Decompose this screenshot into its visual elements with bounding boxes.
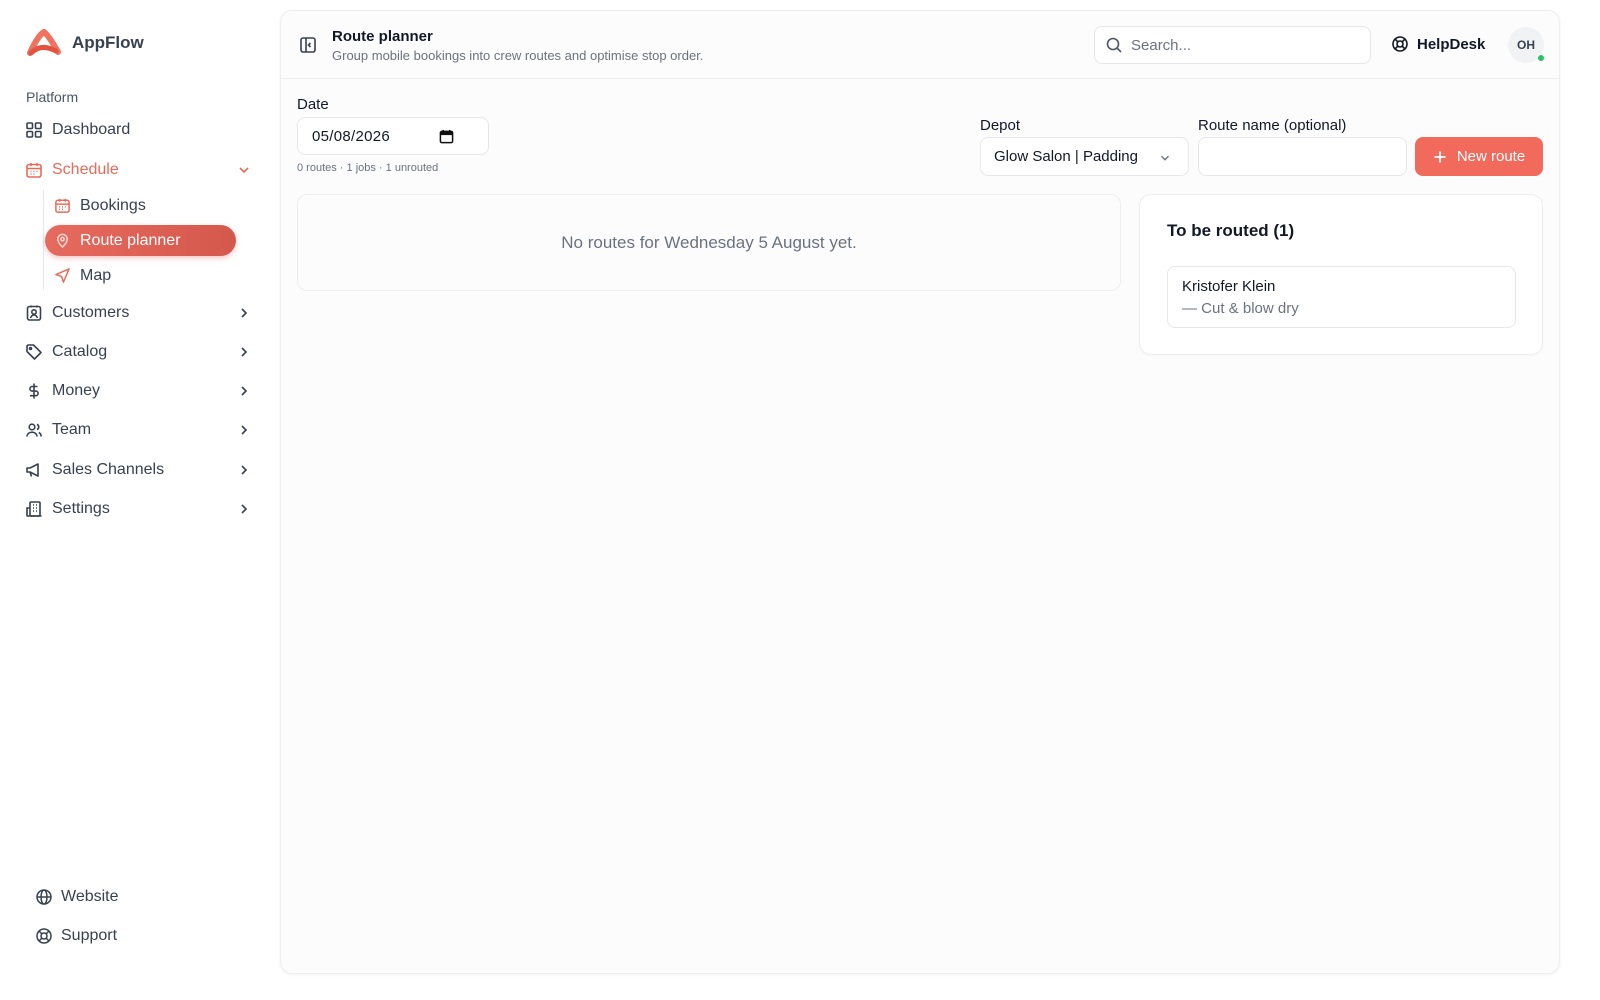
map-pin-icon — [53, 232, 71, 250]
chevron-right-icon — [236, 462, 252, 478]
sidebar-toggle-icon[interactable] — [299, 36, 317, 54]
date-label: Date — [297, 96, 329, 113]
user-avatar[interactable]: OH — [1508, 27, 1545, 63]
dashboard-grid-icon — [24, 120, 44, 140]
sidebar-item-settings[interactable]: Settings — [24, 494, 260, 524]
date-field[interactable]: 05/08/2026 — [297, 117, 489, 155]
sidebar-item-customers[interactable]: Customers — [24, 298, 260, 328]
chevron-right-icon — [236, 344, 252, 360]
sidebar-item-label: Settings — [52, 500, 110, 517]
sidebar-item-bookings[interactable]: Bookings — [45, 190, 236, 221]
contact-card-icon — [24, 303, 44, 323]
submenu-guide-line — [43, 190, 44, 290]
sidebar-item-label: Team — [52, 421, 92, 438]
sidebar-footer-label: Website — [61, 888, 119, 905]
building-icon — [24, 499, 44, 519]
sidebar-footer-support[interactable]: Support — [35, 922, 117, 950]
search-icon — [1105, 36, 1123, 54]
sidebar-item-label: Bookings — [80, 196, 146, 214]
lifebuoy-icon — [35, 927, 53, 945]
sidebar-item-sales-channels[interactable]: Sales Channels — [24, 455, 260, 485]
route-name-label: Route name (optional) — [1198, 117, 1347, 134]
page-subtitle: Group mobile bookings into crew routes a… — [332, 48, 704, 63]
chevron-right-icon — [236, 501, 252, 517]
unrouted-title: To be routed (1) — [1167, 221, 1295, 240]
page-header: Route planner Group mobile bookings into… — [281, 11, 1559, 79]
routes-summary: 0 routes · 1 jobs · 1 unrouted — [297, 162, 439, 174]
users-icon — [24, 420, 44, 440]
sidebar-item-label: Schedule — [52, 161, 119, 178]
sidebar-item-route-planner[interactable]: Route planner — [45, 225, 236, 256]
calendar-picker-icon[interactable] — [439, 129, 454, 144]
new-route-label: New route — [1456, 148, 1526, 165]
sidebar-item-map[interactable]: Map — [45, 260, 236, 291]
new-route-button[interactable]: New route — [1415, 137, 1543, 176]
sidebar: AppFlow Platform Dashboard Schedule Book… — [0, 0, 280, 1000]
unrouted-jobs-panel: To be routed (1) Kristofer Klein — Cut &… — [1139, 194, 1543, 355]
globe-icon — [35, 888, 53, 906]
chevron-right-icon — [236, 383, 252, 399]
calendar-icon — [53, 197, 71, 215]
calendar-icon — [24, 160, 44, 180]
depot-label: Depot — [980, 117, 1021, 134]
date-value: 05/08/2026 — [312, 127, 391, 145]
main-panel: Route planner Group mobile bookings into… — [280, 10, 1560, 974]
dollar-icon — [24, 381, 44, 401]
navigation-arrow-icon — [53, 267, 71, 285]
sidebar-item-label: Sales Channels — [52, 461, 165, 478]
sidebar-item-money[interactable]: Money — [24, 376, 260, 406]
sidebar-item-label: Route planner — [80, 231, 181, 249]
lifebuoy-icon — [1391, 35, 1409, 53]
routes-empty-state: No routes for Wednesday 5 August yet. — [297, 194, 1121, 291]
job-service: — Cut & blow dry — [1182, 300, 1299, 317]
sidebar-item-label: Customers — [52, 304, 130, 321]
sidebar-item-label: Dashboard — [52, 121, 131, 138]
chevron-down-icon — [1158, 151, 1172, 165]
plus-icon — [1433, 150, 1447, 164]
sidebar-item-schedule[interactable]: Schedule — [24, 155, 260, 185]
sidebar-item-label: Money — [52, 382, 101, 399]
job-customer-name: Kristofer Klein — [1182, 278, 1276, 295]
sidebar-item-label: Map — [80, 266, 112, 284]
megaphone-icon — [24, 460, 44, 480]
route-name-input[interactable] — [1198, 137, 1407, 176]
sidebar-item-dashboard[interactable]: Dashboard — [24, 115, 260, 145]
page-title: Route planner — [332, 28, 433, 45]
chevron-right-icon — [236, 422, 252, 438]
empty-state-message: No routes for Wednesday 5 August yet. — [561, 232, 857, 252]
chevron-down-icon — [236, 162, 252, 178]
tag-icon — [24, 342, 44, 362]
helpdesk-label: HelpDesk — [1417, 35, 1486, 53]
sidebar-footer-website[interactable]: Website — [35, 883, 119, 911]
appflow-logo-icon — [26, 29, 62, 57]
brand[interactable]: AppFlow — [26, 29, 144, 57]
avatar-initials: OH — [1517, 38, 1535, 52]
search-input[interactable] — [1131, 36, 1351, 54]
brand-name: AppFlow — [72, 33, 144, 52]
nav-section-label: Platform — [26, 89, 79, 105]
helpdesk-button[interactable]: HelpDesk — [1391, 35, 1485, 53]
sidebar-footer-label: Support — [61, 927, 118, 944]
unrouted-job-card[interactable]: Kristofer Klein — Cut & blow dry — [1167, 266, 1516, 328]
sidebar-item-team[interactable]: Team — [24, 415, 260, 445]
depot-select[interactable]: Glow Salon | Padding — [980, 137, 1189, 176]
online-status-dot — [1537, 54, 1545, 62]
search-box[interactable] — [1094, 26, 1371, 64]
depot-selected-value: Glow Salon | Padding — [994, 148, 1138, 165]
chevron-right-icon — [236, 305, 252, 321]
sidebar-item-catalog[interactable]: Catalog — [24, 337, 260, 367]
sidebar-item-label: Catalog — [52, 343, 108, 360]
